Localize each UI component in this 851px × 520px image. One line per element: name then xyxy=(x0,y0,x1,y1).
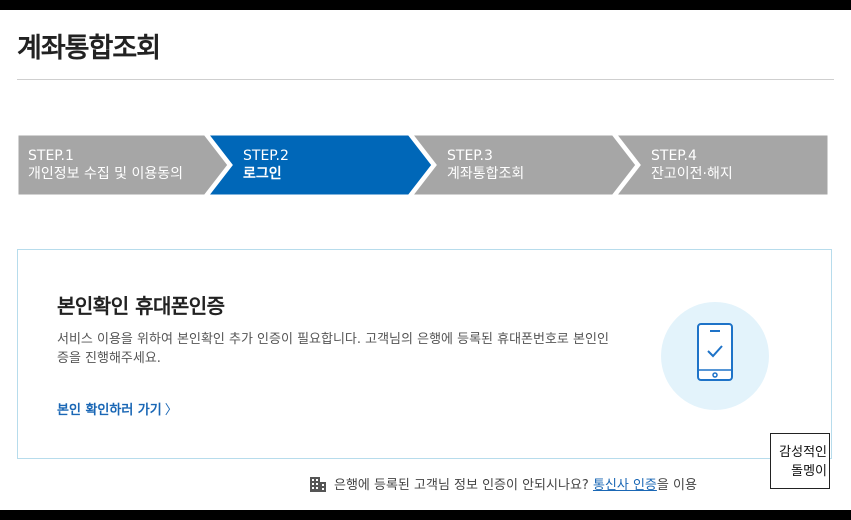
step-3: STEP.3 계좌통합조회 xyxy=(447,147,524,183)
step-3-number: STEP.3 xyxy=(447,148,493,164)
card-description: 서비스 이용을 위하여 본인확인 추가 인증이 필요합니다. 고객님의 은행에 … xyxy=(57,332,609,366)
step-4: STEP.4 잔고이전·해지 xyxy=(651,147,733,183)
step-4-label: 잔고이전·해지 xyxy=(651,166,733,182)
verify-identity-link[interactable]: 본인 확인하러 가기 〉 xyxy=(57,399,178,418)
phone-illustration xyxy=(661,302,769,410)
page-title: 계좌통합조회 xyxy=(17,33,161,64)
step-1-number: STEP.1 xyxy=(28,148,74,164)
phone-check-icon xyxy=(697,323,733,381)
step-4-number: STEP.4 xyxy=(651,148,697,164)
step-2: STEP.2 로그인 xyxy=(243,147,289,183)
step-3-label: 계좌통합조회 xyxy=(447,166,525,182)
title-divider xyxy=(17,79,834,80)
alternate-auth-note: 은행에 등록된 고객님 정보 인증이 안되시나요? 통신사 인증을 이용 xyxy=(309,474,697,493)
alternate-auth-suffix: 을 이용 xyxy=(656,478,697,493)
phone-auth-card: 본인확인 휴대폰인증 서비스 이용을 위하여 본인확인 추가 인증이 필요합니다… xyxy=(17,249,832,459)
overlay-caption-line-2: 돌멩이 xyxy=(791,464,827,479)
step-2-label: 로그인 xyxy=(243,166,282,182)
step-1-label: 개인정보 수집 및 이용동의 xyxy=(28,166,184,182)
overlay-caption-line-1: 감성적인 xyxy=(779,445,827,460)
card-heading: 본인확인 휴대폰인증 xyxy=(57,294,225,318)
page-container: 계좌통합조회 STEP.1 개인정보 수집 및 이용동의 STEP.2 로그인 … xyxy=(0,10,851,510)
carrier-auth-link[interactable]: 통신사 인증 xyxy=(593,478,657,493)
overlay-caption: 감성적인 돌멩이 xyxy=(770,433,830,489)
building-icon xyxy=(310,477,326,492)
verify-identity-link-label: 본인 확인하러 가기 xyxy=(57,403,162,418)
step-2-arrow xyxy=(205,134,435,196)
step-1: STEP.1 개인정보 수집 및 이용동의 xyxy=(28,147,183,183)
step-progress: STEP.1 개인정보 수집 및 이용동의 STEP.2 로그인 STEP.3 … xyxy=(17,134,829,196)
alternate-auth-text: 은행에 등록된 고객님 정보 인증이 안되시나요? xyxy=(334,478,589,493)
step-2-number: STEP.2 xyxy=(243,148,289,164)
chevron-right-icon: 〉 xyxy=(164,403,178,418)
